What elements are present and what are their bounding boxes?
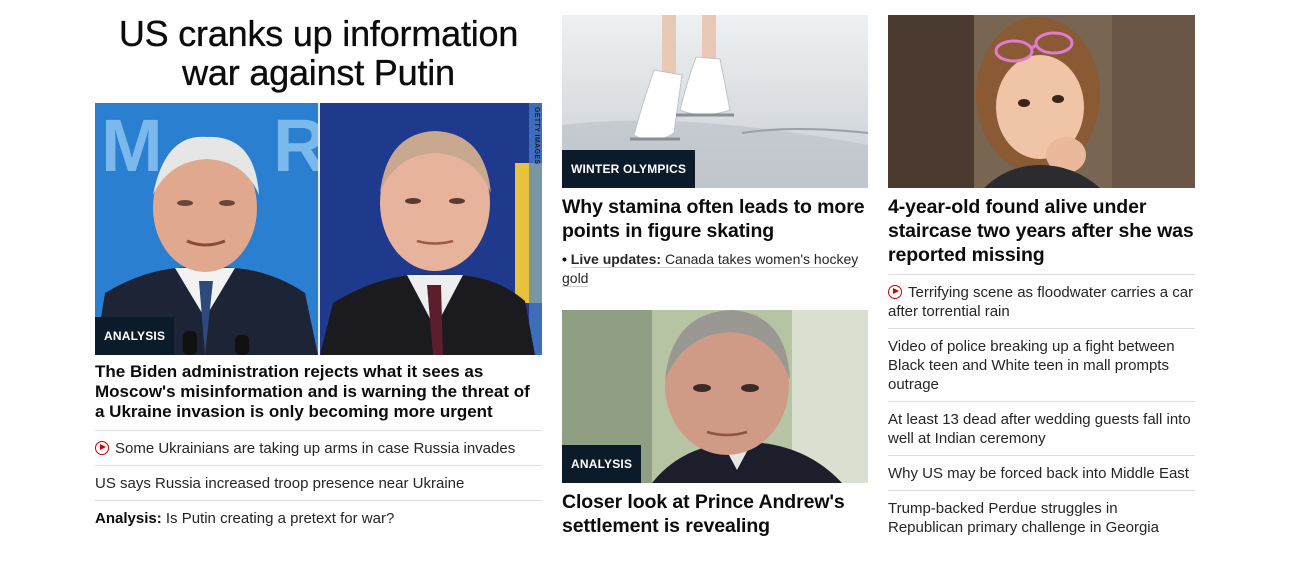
related-item[interactable]: Analysis: Is Putin creating a pretext fo… bbox=[95, 501, 542, 535]
story-item[interactable]: Terrifying scene as floodwater carries a… bbox=[888, 275, 1195, 329]
story-item[interactable]: Why US may be forced back into Middle Ea… bbox=[888, 456, 1195, 491]
lead-story: US cranks up information war against Put… bbox=[95, 0, 542, 535]
missing-girl-photo bbox=[888, 15, 1195, 188]
related-item-text: Is Putin creating a pretext for war? bbox=[165, 510, 395, 527]
related-item-text: Some Ukrainians are taking up arms in ca… bbox=[115, 440, 516, 457]
svg-text:M: M bbox=[101, 104, 163, 187]
story-item-text: Video of police breaking up a fight betw… bbox=[888, 338, 1175, 393]
right-story-list: Terrifying scene as floodwater carries a… bbox=[888, 275, 1195, 544]
image-credit: GETTY IMAGES bbox=[533, 107, 540, 165]
lead-tag[interactable]: ANALYSIS bbox=[95, 317, 175, 355]
story-item[interactable]: Trump-backed Perdue struggles in Republi… bbox=[888, 491, 1195, 544]
live-updates-link[interactable]: • Live updates: Canada takes women's hoc… bbox=[562, 243, 868, 288]
play-video-icon bbox=[888, 285, 902, 299]
lead-related-list: Some Ukrainians are taking up arms in ca… bbox=[95, 431, 542, 535]
related-item[interactable]: US says Russia increased troop presence … bbox=[95, 466, 542, 501]
play-video-icon bbox=[95, 441, 109, 455]
andrew-image[interactable]: ANALYSIS bbox=[562, 310, 868, 483]
skating-tag[interactable]: WINTER OLYMPICS bbox=[562, 150, 696, 188]
right-column: 4-year-old found alive under staircase t… bbox=[888, 0, 1195, 544]
live-prefix: Live updates: bbox=[570, 251, 662, 267]
lead-dek[interactable]: The Biden administration rejects what it… bbox=[95, 355, 542, 431]
skating-headline[interactable]: Why stamina often leads to more points i… bbox=[562, 188, 868, 243]
lead-image[interactable]: M R GETTY IMAGES ANALYSIS bbox=[95, 103, 542, 355]
story-item[interactable]: At least 13 dead after wedding guests fa… bbox=[888, 402, 1195, 456]
story-item-text: Terrifying scene as floodwater carries a… bbox=[888, 284, 1194, 320]
middle-column: WINTER OLYMPICS Why stamina often leads … bbox=[562, 0, 868, 538]
story-item-text: Trump-backed Perdue struggles in Republi… bbox=[888, 500, 1159, 536]
lead-headline[interactable]: US cranks up information war against Put… bbox=[95, 0, 542, 103]
related-item-prefix: Analysis: bbox=[95, 510, 162, 527]
story-item[interactable]: Video of police breaking up a fight betw… bbox=[888, 329, 1195, 402]
andrew-headline[interactable]: Closer look at Prince Andrew's settlemen… bbox=[562, 483, 868, 538]
related-item-text: US says Russia increased troop presence … bbox=[95, 475, 465, 492]
story-item-text: Why US may be forced back into Middle Ea… bbox=[888, 465, 1189, 482]
girl-image[interactable] bbox=[888, 15, 1195, 188]
andrew-tag[interactable]: ANALYSIS bbox=[562, 445, 642, 483]
story-item-text: At least 13 dead after wedding guests fa… bbox=[888, 411, 1191, 447]
girl-headline[interactable]: 4-year-old found alive under staircase t… bbox=[888, 188, 1195, 275]
skating-image[interactable]: WINTER OLYMPICS bbox=[562, 15, 868, 188]
related-item[interactable]: Some Ukrainians are taking up arms in ca… bbox=[95, 431, 542, 466]
